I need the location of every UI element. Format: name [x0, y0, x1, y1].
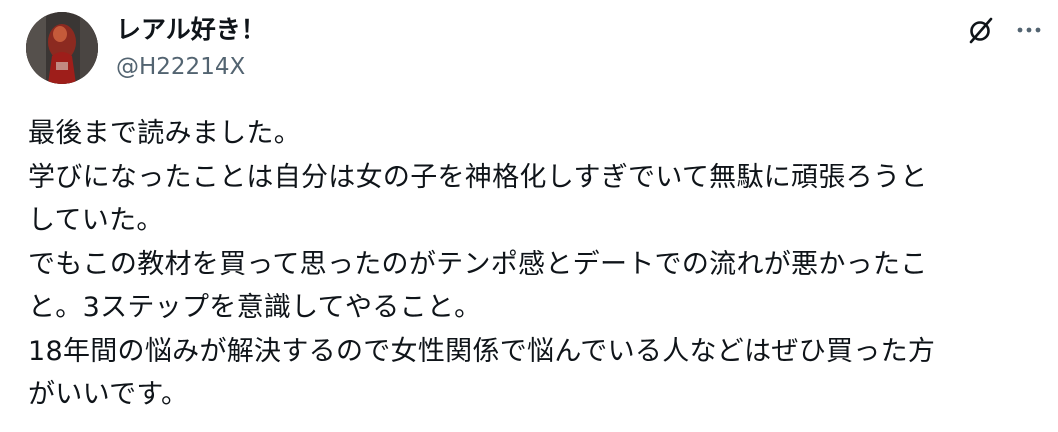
tweet-text-line: していた。 — [28, 205, 164, 236]
more-icon[interactable] — [1012, 15, 1046, 45]
tweet-text-line: と。3ステップを意識してやること。 — [28, 292, 482, 323]
tweet-text-line: でもこの教材を買って思ったのがテンポ感とデートでの流れが悪かったこ — [28, 248, 928, 280]
tweet-text: 最後まで読みました。 学びになったことは自分は女の子を神格化しすぎでいて無駄に頑… — [28, 112, 1038, 417]
avatar-image — [26, 12, 98, 84]
avatar[interactable] — [26, 12, 98, 84]
author-handle[interactable]: @H22214X — [116, 52, 245, 82]
tweet-text-line: 18年間の悩みが解決するので女性関係で悩んでいる人などはぜひ買った方 — [28, 335, 936, 367]
tweet-text-line: がいいです。 — [28, 379, 189, 410]
tweet-text-line: 学びになったことは自分は女の子を神格化しすぎでいて無駄に頑張ろうと — [28, 161, 928, 193]
author-display-name[interactable]: レアル好き！ — [116, 14, 266, 46]
post-card: レアル好き！ @H22214X 最後まで読みました。 学びになったことは自分は女… — [0, 0, 1058, 432]
tweet-text-line: 最後まで読みました。 — [28, 118, 301, 149]
grok-icon[interactable] — [966, 15, 996, 45]
